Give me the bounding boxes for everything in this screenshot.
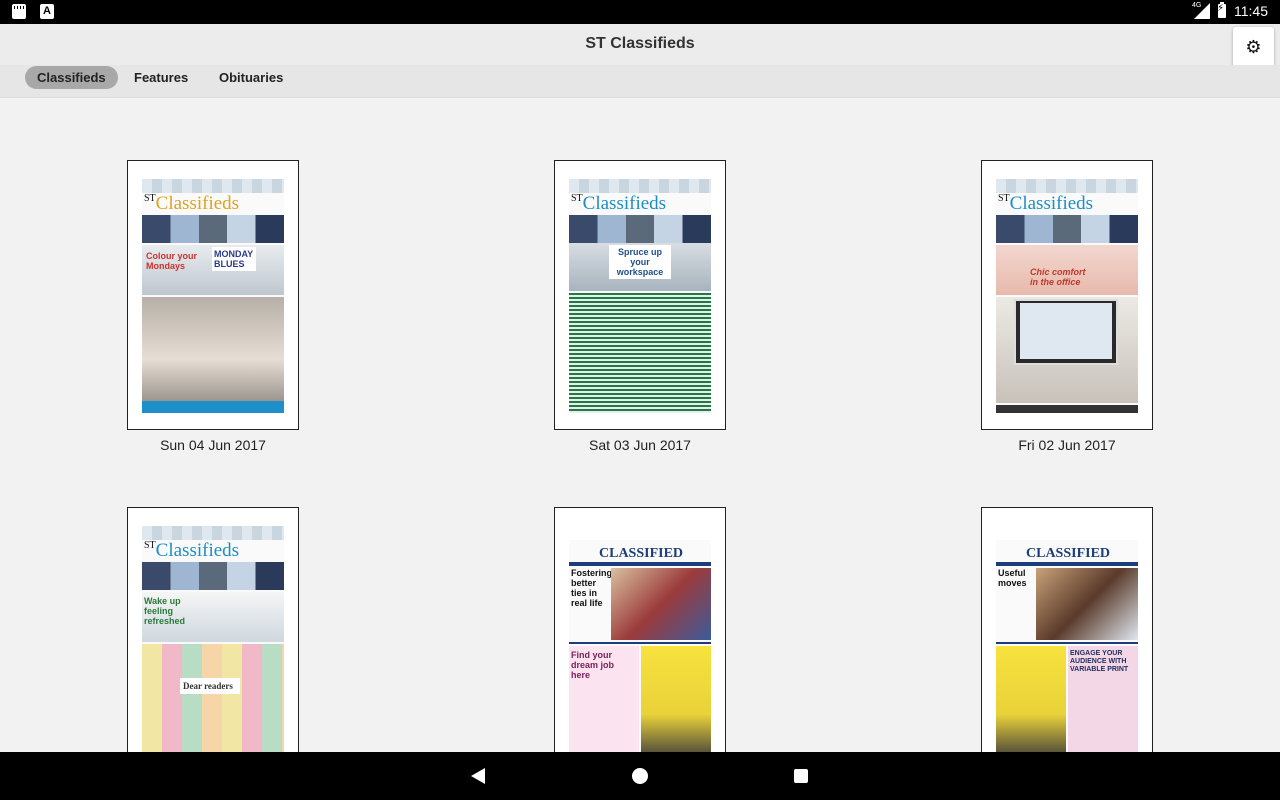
masthead: STClassifieds <box>144 193 240 214</box>
masthead: STClassifieds <box>571 193 667 214</box>
editions-grid: STClassifieds Colour your Mondays MONDAY… <box>0 98 1280 752</box>
edition-card[interactable]: CLASSIFIED Useful moves ENGAGE YOUR AUDI… <box>981 507 1153 752</box>
edition-card[interactable]: STClassifieds Spruce up your workspace S… <box>554 160 726 453</box>
edition-date: Sun 04 Jun 2017 <box>160 437 266 453</box>
settings-button[interactable]: ⚙ <box>1233 27 1274 67</box>
edition-thumbnail[interactable]: CLASSIFIED Useful moves ENGAGE YOUR AUDI… <box>981 507 1153 752</box>
cover-headline: Wake up feeling refreshed <box>144 596 186 626</box>
cover-subhead: ENGAGE YOUR AUDIENCE WITH VARIABLE PRINT <box>1070 650 1129 673</box>
tab-classifieds[interactable]: Classifieds <box>25 66 118 89</box>
keyboard-a-icon: A <box>40 4 54 19</box>
cover-page: STClassifieds Wake up feeling refreshed … <box>142 526 284 752</box>
edition-thumbnail[interactable]: STClassifieds Wake up feeling refreshed … <box>127 507 299 752</box>
edition-thumbnail[interactable]: STClassifieds Chic comfort in the office <box>981 160 1153 430</box>
app-title: ST Classifieds <box>585 35 695 52</box>
clock: 11:45 <box>1234 3 1268 19</box>
cover-subhead: MONDAY BLUES <box>212 247 256 271</box>
tab-features[interactable]: Features <box>122 66 200 89</box>
signal-icon: 4G <box>1192 2 1210 19</box>
cover-subhead: Find your dream job here <box>571 650 615 680</box>
tab-obituaries[interactable]: Obituaries <box>207 66 295 89</box>
cover-page: CLASSIFIED Fostering better ties in real… <box>569 526 711 752</box>
edition-thumbnail[interactable]: STClassifieds Colour your Mondays MONDAY… <box>127 160 299 430</box>
tab-bar: Classifieds Features Obituaries <box>0 65 1280 98</box>
cover-page: STClassifieds Chic comfort in the office <box>996 179 1138 413</box>
edition-card[interactable]: STClassifieds Chic comfort in the office… <box>981 160 1153 453</box>
status-bar: A 4G 11:45 <box>0 0 1280 24</box>
cover-subhead: Dear readers <box>180 678 240 694</box>
gear-icon: ⚙ <box>1245 36 1262 57</box>
masthead: CLASSIFIED <box>1026 546 1111 561</box>
cover-page: CLASSIFIED Useful moves ENGAGE YOUR AUDI… <box>996 526 1138 752</box>
cover-headline: Fostering better ties in real life <box>571 568 613 608</box>
masthead: CLASSIFIED <box>599 546 684 561</box>
home-icon[interactable] <box>632 768 648 784</box>
masthead: STClassifieds <box>144 540 240 561</box>
cover-page: STClassifieds Spruce up your workspace <box>569 179 711 413</box>
edition-thumbnail[interactable]: CLASSIFIED Fostering better ties in real… <box>554 507 726 752</box>
cover-headline: Spruce up your workspace <box>609 245 671 279</box>
cover-headline: Useful moves <box>998 568 1027 588</box>
battery-icon <box>1217 2 1226 18</box>
cover-headline: Chic comfort in the office <box>1030 267 1086 287</box>
edition-card[interactable]: STClassifieds Wake up feeling refreshed … <box>127 507 299 752</box>
sd-card-icon <box>12 4 26 19</box>
edition-date: Fri 02 Jun 2017 <box>1018 437 1116 453</box>
back-icon[interactable] <box>471 768 485 784</box>
cover-headline: Colour your Mondays <box>146 251 197 271</box>
recent-apps-icon[interactable] <box>794 769 808 783</box>
system-nav-bar <box>0 752 1280 800</box>
edition-card[interactable]: STClassifieds Colour your Mondays MONDAY… <box>127 160 299 453</box>
edition-thumbnail[interactable]: STClassifieds Spruce up your workspace <box>554 160 726 430</box>
cover-page: STClassifieds Colour your Mondays MONDAY… <box>142 179 284 413</box>
masthead: STClassifieds <box>998 193 1094 214</box>
app-header: ST Classifieds ⚙ <box>0 24 1280 67</box>
edition-date: Sat 03 Jun 2017 <box>589 437 691 453</box>
edition-card[interactable]: CLASSIFIED Fostering better ties in real… <box>554 507 726 752</box>
